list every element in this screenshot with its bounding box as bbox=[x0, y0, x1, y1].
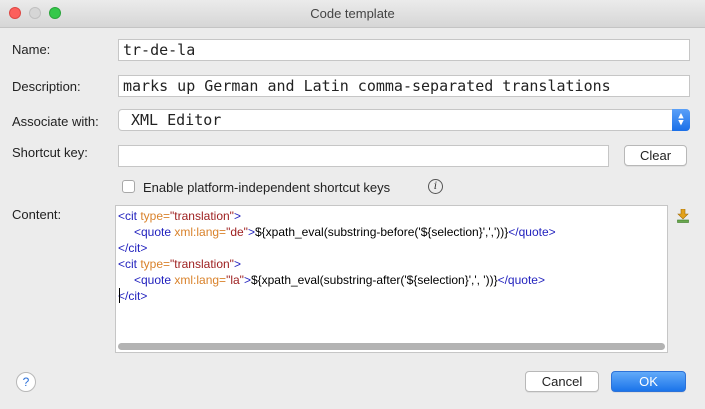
select-arrows-icon: ▲ ▼ bbox=[672, 109, 690, 131]
associate-select[interactable]: XML Editor ▲ ▼ bbox=[118, 109, 690, 131]
code-line: </cit> bbox=[118, 289, 148, 303]
horizontal-scrollbar[interactable] bbox=[118, 343, 665, 350]
ok-button[interactable]: OK bbox=[611, 371, 686, 392]
code-line: </cit> bbox=[118, 241, 148, 255]
content-label: Content: bbox=[12, 207, 62, 222]
help-icon[interactable]: ? bbox=[16, 372, 36, 392]
shortcut-field[interactable] bbox=[118, 145, 609, 167]
description-label: Description: bbox=[12, 79, 81, 94]
name-field[interactable]: tr-de-la bbox=[118, 39, 690, 61]
shortcut-label: Shortcut key: bbox=[12, 145, 88, 160]
content-editor[interactable]: <cit type="translation"> <quote xml:lang… bbox=[115, 205, 668, 353]
download-icon[interactable] bbox=[677, 209, 689, 223]
platform-independent-checkbox[interactable] bbox=[122, 180, 135, 193]
info-icon[interactable]: i bbox=[428, 179, 443, 194]
description-field[interactable]: marks up German and Latin comma-separate… bbox=[118, 75, 690, 97]
code-line: <quote xml:lang="la">${xpath_eval(substr… bbox=[134, 273, 545, 287]
associate-select-value: XML Editor bbox=[131, 111, 222, 129]
code-line: <cit type="translation"> bbox=[118, 209, 241, 223]
title-bar: Code template bbox=[0, 0, 705, 28]
code-line: <cit type="translation"> bbox=[118, 257, 241, 271]
clear-button[interactable]: Clear bbox=[624, 145, 687, 166]
text-caret bbox=[119, 288, 120, 303]
associate-label: Associate with: bbox=[12, 114, 99, 129]
code-line: <quote xml:lang="de">${xpath_eval(substr… bbox=[134, 225, 556, 239]
name-label: Name: bbox=[12, 42, 51, 57]
cancel-button[interactable]: Cancel bbox=[525, 371, 599, 392]
window-title: Code template bbox=[310, 6, 395, 21]
platform-independent-label[interactable]: Enable platform-independent shortcut key… bbox=[143, 180, 390, 195]
